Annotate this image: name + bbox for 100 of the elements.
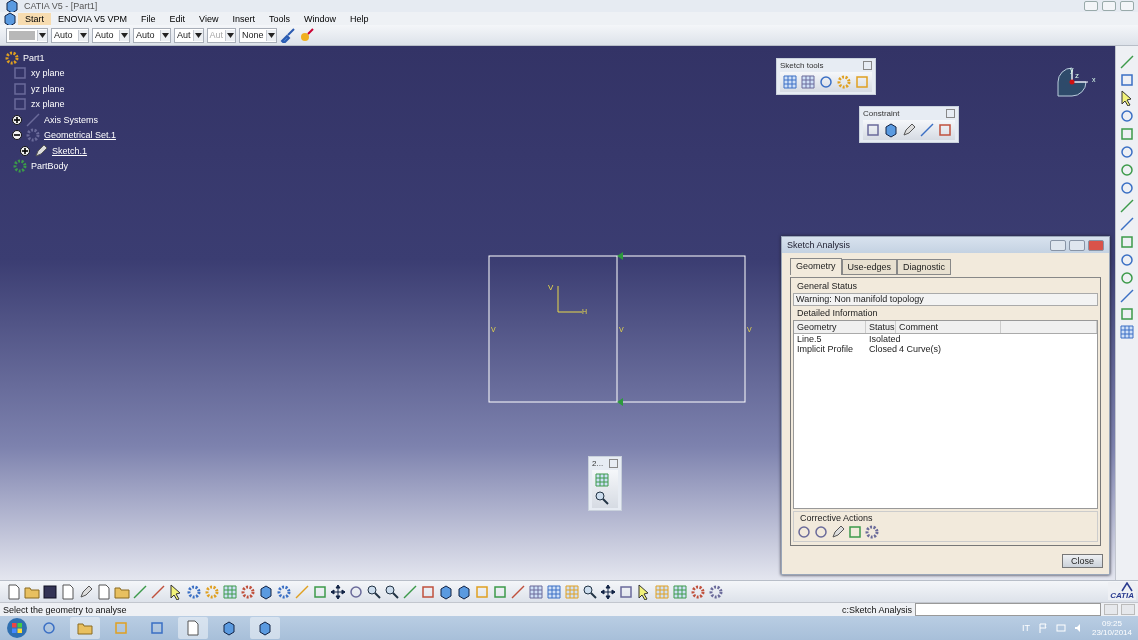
brush-icon[interactable] [280, 27, 297, 43]
circle-icon[interactable] [1119, 252, 1135, 268]
circle-icon[interactable] [41, 620, 57, 636]
menu-item[interactable]: ENOVIA V5 VPM [51, 12, 135, 25]
line-icon[interactable] [294, 583, 310, 600]
caret-icon[interactable] [121, 32, 128, 38]
column-header[interactable]: Comment [896, 321, 1001, 333]
circle-icon[interactable] [348, 583, 364, 600]
maximize-button[interactable] [1069, 239, 1085, 251]
circle-icon[interactable] [813, 524, 829, 540]
line-icon[interactable] [1119, 288, 1135, 304]
pencil-icon[interactable] [33, 142, 49, 159]
square-icon[interactable] [149, 620, 165, 636]
caret-icon[interactable] [80, 32, 87, 38]
menu-item[interactable]: View [192, 12, 226, 25]
menu-item[interactable]: Edit [162, 12, 193, 25]
line-icon[interactable] [1119, 216, 1135, 232]
zoom-icon[interactable] [384, 583, 400, 600]
grid-icon[interactable] [222, 583, 238, 600]
circle-icon[interactable] [1119, 162, 1135, 178]
close-button[interactable]: Close [1062, 554, 1103, 568]
maximize-button[interactable] [1102, 1, 1116, 11]
tab[interactable]: Diagnostic [897, 259, 952, 275]
cube-icon[interactable] [258, 583, 274, 600]
close-button[interactable] [946, 109, 955, 118]
tree-item[interactable]: Geometrical Set.1 [44, 130, 117, 141]
circle-icon[interactable] [796, 524, 812, 540]
style-dropdown[interactable]: Auto [51, 27, 89, 43]
tab[interactable]: Use-edges [841, 259, 898, 275]
cube-icon[interactable] [456, 583, 472, 600]
zoom-icon[interactable] [582, 583, 598, 600]
close-button[interactable] [863, 61, 872, 70]
grid-icon[interactable] [800, 74, 816, 90]
menu-item[interactable]: Help [343, 12, 376, 25]
circle-icon[interactable] [1119, 144, 1135, 160]
tree-item[interactable]: xy plane [31, 68, 65, 79]
line-icon[interactable] [1119, 54, 1135, 70]
close-button[interactable] [1120, 1, 1134, 11]
pencil-icon[interactable] [78, 583, 94, 600]
tree-item[interactable]: PartBody [31, 161, 69, 172]
style-dropdown[interactable]: None [239, 27, 278, 43]
tree-item[interactable]: yz plane [31, 83, 65, 94]
cube-icon[interactable] [438, 583, 454, 600]
close-button[interactable] [609, 459, 619, 468]
style-dropdown[interactable]: Aut [174, 27, 204, 43]
minimize-button[interactable] [1050, 239, 1066, 251]
sphere-icon[interactable] [299, 27, 316, 43]
zoom-icon[interactable] [366, 583, 382, 600]
grid-icon[interactable] [672, 583, 688, 600]
column-header[interactable]: Geometry [794, 321, 866, 333]
document-icon[interactable] [185, 620, 201, 636]
circle-icon[interactable] [1119, 180, 1135, 196]
circle-icon[interactable] [818, 74, 834, 90]
line-icon[interactable] [132, 583, 148, 600]
square-icon[interactable] [937, 122, 953, 138]
minimize-button[interactable] [1084, 1, 1098, 11]
document-icon[interactable] [6, 583, 22, 600]
cube-icon[interactable] [883, 122, 899, 138]
cube-icon[interactable] [257, 620, 273, 636]
square-icon[interactable] [1119, 126, 1135, 142]
expand-toggle[interactable] [12, 114, 22, 125]
grid-icon[interactable] [528, 583, 544, 600]
square-icon[interactable] [1119, 306, 1135, 322]
square-icon[interactable] [12, 80, 28, 97]
grid-icon[interactable] [546, 583, 562, 600]
collapse-toggle[interactable] [12, 130, 22, 141]
tree-item[interactable]: Sketch.1 [52, 145, 88, 156]
caret-icon[interactable] [268, 32, 276, 38]
menu-item[interactable]: Tools [261, 12, 297, 25]
caret-icon[interactable] [194, 32, 202, 38]
document-icon[interactable] [96, 583, 112, 600]
pencil-icon[interactable] [901, 122, 917, 138]
folder-icon[interactable] [77, 620, 93, 636]
square-icon[interactable] [1119, 234, 1135, 250]
color-dropdown[interactable] [6, 27, 48, 43]
menu-item[interactable]: File [134, 12, 163, 25]
menu-item[interactable]: Insert [225, 12, 262, 25]
expand-toggle[interactable] [20, 145, 30, 156]
column-header[interactable]: Status [866, 321, 896, 333]
line-icon[interactable] [919, 122, 935, 138]
menu-item[interactable]: Start [18, 12, 51, 25]
circle-icon[interactable] [1119, 108, 1135, 124]
style-dropdown[interactable]: Auto [92, 27, 130, 43]
line-icon[interactable] [1119, 198, 1135, 214]
line-icon[interactable] [510, 583, 526, 600]
caret-icon[interactable] [162, 32, 169, 38]
cube-icon[interactable] [4, 0, 20, 14]
tree-item[interactable]: zx plane [31, 99, 65, 110]
pencil-icon[interactable] [830, 524, 846, 540]
close-button[interactable] [1088, 239, 1104, 251]
grid-icon[interactable] [782, 74, 798, 90]
cube-icon[interactable] [221, 620, 237, 636]
line-icon[interactable] [150, 583, 166, 600]
circle-icon[interactable] [1119, 270, 1135, 286]
arrows-icon[interactable] [330, 583, 346, 600]
square-icon[interactable] [492, 583, 508, 600]
grid-icon[interactable] [1119, 324, 1135, 340]
tree-root[interactable]: Part1 [23, 52, 45, 63]
start-icon[interactable] [6, 617, 28, 639]
style-dropdown[interactable]: Auto [133, 27, 171, 43]
